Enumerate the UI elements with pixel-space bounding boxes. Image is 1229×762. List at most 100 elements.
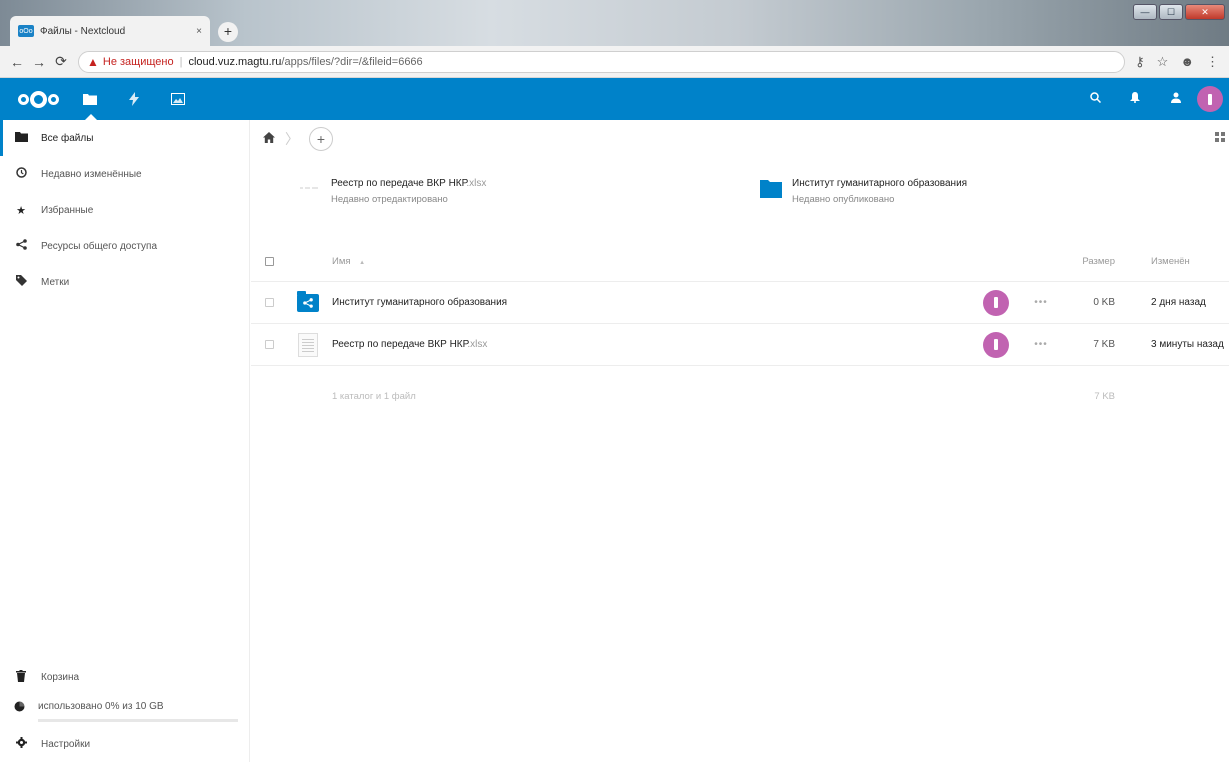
clock-icon bbox=[14, 167, 28, 181]
header-right bbox=[1075, 86, 1229, 112]
file-size: 7 KB bbox=[1093, 339, 1115, 350]
recent-item-subtitle: Недавно отредактировано bbox=[331, 194, 448, 205]
files-app-icon[interactable] bbox=[68, 78, 112, 120]
file-summary: 1 каталог и 1 файл 7 KB bbox=[251, 376, 1229, 416]
sidebar-item-settings[interactable]: Настройки bbox=[0, 726, 249, 762]
browser-tab-bar: oOo Файлы - Nextcloud × + — ☐ ✕ bbox=[0, 0, 1229, 46]
tab-title: Файлы - Nextcloud bbox=[40, 25, 126, 37]
minimize-button[interactable]: — bbox=[1133, 4, 1157, 20]
recent-item[interactable]: Реестр по передаче ВКР НКР.xlsx Недавно … bbox=[299, 178, 486, 205]
nextcloud-header bbox=[0, 78, 1229, 120]
sidebar-item-label: Настройки bbox=[41, 738, 91, 750]
shared-with-avatar[interactable] bbox=[983, 331, 1009, 358]
url-path: /apps/files/?dir=/&fileid=6666 bbox=[281, 55, 423, 68]
search-icon[interactable] bbox=[1075, 92, 1115, 106]
sidebar-item-label: Ресурсы общего доступа bbox=[41, 240, 158, 252]
new-tab-button[interactable]: + bbox=[218, 22, 238, 42]
profile-icon[interactable]: ☻ bbox=[1180, 54, 1194, 70]
notifications-bell-icon[interactable] bbox=[1115, 92, 1155, 106]
sort-ascending-icon: ▲ bbox=[359, 260, 366, 266]
recent-item-name: Реестр по передаче ВКР НКР.xlsx bbox=[331, 178, 487, 189]
storage-quota: использовано 0% из 10 GB bbox=[0, 695, 249, 726]
name-column-header[interactable]: Имя ▲ bbox=[288, 256, 1061, 267]
breadcrumb: 〉 + bbox=[251, 120, 1229, 158]
back-arrow-icon[interactable]: ← bbox=[6, 54, 28, 70]
file-modified: 2 дня назад bbox=[1151, 297, 1206, 308]
sidebar-item-label: Метки bbox=[41, 276, 70, 288]
select-all-checkbox[interactable] bbox=[265, 257, 274, 266]
window-controls: — ☐ ✕ bbox=[1133, 4, 1225, 20]
home-icon[interactable] bbox=[263, 132, 275, 146]
maximize-button[interactable]: ☐ bbox=[1159, 4, 1183, 20]
reload-icon[interactable]: ⟳ bbox=[50, 53, 72, 70]
more-actions-icon[interactable]: ••• bbox=[1021, 297, 1061, 308]
row-checkbox[interactable] bbox=[265, 340, 274, 349]
sidebar-item-label: Корзина bbox=[41, 671, 80, 683]
tag-icon bbox=[14, 275, 28, 289]
sidebar-item-recent[interactable]: Недавно изменённые bbox=[0, 156, 249, 192]
folder-icon bbox=[760, 178, 782, 198]
browser-tab[interactable]: oOo Файлы - Nextcloud × bbox=[10, 16, 210, 46]
shared-with-avatar[interactable] bbox=[983, 289, 1009, 316]
recent-item[interactable]: Институт гуманитарного образования Недав… bbox=[760, 178, 967, 205]
spreadsheet-thumbnail-icon bbox=[299, 178, 321, 198]
trash-icon bbox=[14, 669, 28, 685]
bookmark-star-icon[interactable]: ☆ bbox=[1157, 54, 1169, 70]
sidebar-item-shares[interactable]: Ресурсы общего доступа bbox=[0, 228, 249, 264]
forward-arrow-icon[interactable]: → bbox=[28, 54, 50, 70]
close-window-button[interactable]: ✕ bbox=[1185, 4, 1225, 20]
table-row[interactable]: Реестр по передаче ВКР НКР.xlsx ••• 7 KB… bbox=[251, 324, 1229, 366]
security-label[interactable]: Не защищено bbox=[103, 56, 174, 68]
sidebar-bottom: Корзина использовано 0% из 10 GB Настрой… bbox=[0, 659, 249, 762]
file-table-header: Имя ▲ Размер Изменён bbox=[251, 242, 1229, 282]
file-name[interactable]: Институт гуманитарного образования bbox=[328, 297, 971, 308]
table-row[interactable]: Институт гуманитарного образования ••• 0… bbox=[251, 282, 1229, 324]
nextcloud-logo-icon[interactable] bbox=[8, 90, 68, 108]
gallery-app-icon[interactable] bbox=[156, 78, 200, 120]
url-host: cloud.vuz.magtu.ru bbox=[188, 55, 282, 68]
key-icon[interactable]: ⚷ bbox=[1135, 54, 1145, 70]
quota-label: использовано 0% из 10 GB bbox=[38, 701, 164, 712]
file-modified: 3 минуты назад bbox=[1151, 339, 1224, 350]
browser-toolbar-right: ⚷ ☆ ☻ ⋮ bbox=[1135, 54, 1219, 70]
activity-app-icon[interactable] bbox=[112, 78, 156, 120]
recommendations: Реестр по передаче ВКР НКР.xlsx Недавно … bbox=[299, 178, 1219, 218]
more-actions-icon[interactable]: ••• bbox=[1021, 339, 1061, 350]
file-size: 0 KB bbox=[1093, 297, 1115, 308]
grid-view-icon[interactable] bbox=[1215, 132, 1225, 142]
size-column-header[interactable]: Размер bbox=[1061, 256, 1133, 267]
star-icon: ★ bbox=[16, 204, 26, 217]
files-main: 〉 + Реестр по передаче ВКР НКР.xlsx Неда… bbox=[251, 120, 1229, 762]
address-bar: ← → ⟳ ▲ Не защищено | cloud.vuz.magtu.ru… bbox=[0, 46, 1229, 78]
new-file-button[interactable]: + bbox=[309, 127, 333, 151]
share-icon bbox=[14, 239, 28, 253]
sidebar: Все файлы Недавно изменённые ★ Избранные… bbox=[0, 120, 250, 762]
breadcrumb-chevron-icon: 〉 bbox=[285, 131, 299, 147]
modified-column-header[interactable]: Изменён bbox=[1133, 256, 1229, 267]
row-checkbox[interactable] bbox=[265, 298, 274, 307]
url-input[interactable]: ▲ Не защищено | cloud.vuz.magtu.ru /apps… bbox=[78, 50, 1126, 73]
tab-close-icon[interactable]: × bbox=[196, 26, 202, 37]
app-menu bbox=[68, 78, 200, 120]
quota-progress-bar bbox=[38, 719, 238, 722]
shared-folder-icon bbox=[297, 290, 319, 312]
sidebar-item-label: Недавно изменённые bbox=[41, 168, 142, 180]
menu-kebab-icon[interactable]: ⋮ bbox=[1206, 54, 1219, 70]
recent-item-subtitle: Недавно опубликовано bbox=[792, 194, 895, 205]
sidebar-item-trash[interactable]: Корзина bbox=[0, 659, 249, 695]
summary-size: 7 KB bbox=[1094, 390, 1115, 402]
nextcloud-favicon-icon: oOo bbox=[18, 25, 34, 37]
sidebar-item-favorites[interactable]: ★ Избранные bbox=[0, 192, 249, 228]
sidebar-item-label: Избранные bbox=[41, 204, 94, 216]
recent-item-name: Институт гуманитарного образования bbox=[792, 178, 968, 189]
summary-count: 1 каталог и 1 файл bbox=[332, 390, 416, 402]
sidebar-item-all-files[interactable]: Все файлы bbox=[0, 120, 249, 156]
user-avatar[interactable] bbox=[1197, 86, 1223, 112]
file-name[interactable]: Реестр по передаче ВКР НКР.xlsx bbox=[328, 339, 971, 350]
spreadsheet-icon bbox=[298, 332, 318, 357]
quota-info: использовано 0% из 10 GB bbox=[38, 701, 238, 722]
sidebar-item-tags[interactable]: Метки bbox=[0, 264, 249, 300]
warning-icon: ▲ bbox=[87, 54, 99, 69]
contacts-icon[interactable] bbox=[1155, 92, 1195, 106]
sidebar-item-label: Все файлы bbox=[41, 132, 94, 144]
